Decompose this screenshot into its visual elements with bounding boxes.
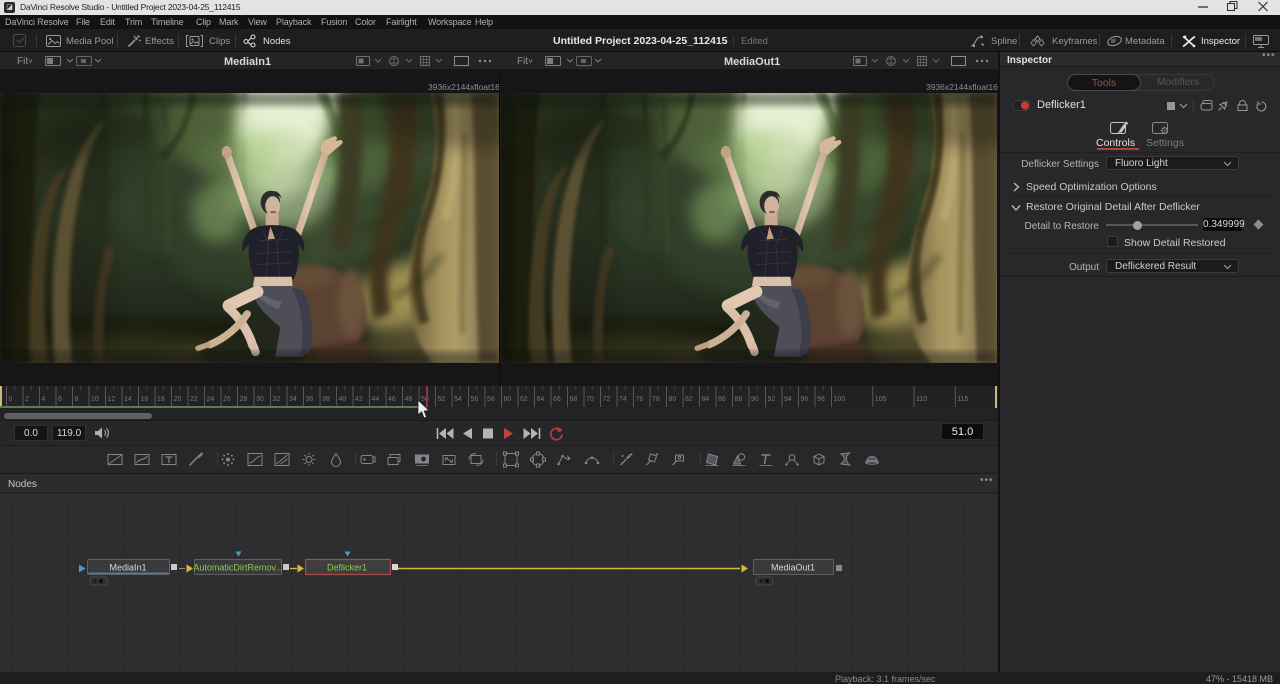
svg-text:34: 34 <box>289 396 297 403</box>
svg-text:48: 48 <box>405 396 413 403</box>
svg-text:46: 46 <box>388 396 396 403</box>
svg-text:36: 36 <box>306 396 314 403</box>
svg-text:72: 72 <box>603 396 611 403</box>
svg-text:28: 28 <box>240 396 248 403</box>
svg-text:42: 42 <box>355 396 363 403</box>
svg-text:MediaIn1: MediaIn1 <box>109 563 146 573</box>
svg-text:38: 38 <box>322 396 330 403</box>
svg-text:26: 26 <box>223 396 231 403</box>
svg-text:92: 92 <box>768 396 776 403</box>
svg-text:115: 115 <box>957 396 968 403</box>
svg-text:10: 10 <box>91 396 99 403</box>
svg-text:88: 88 <box>735 396 743 403</box>
svg-text:0: 0 <box>9 396 13 403</box>
svg-text:14: 14 <box>124 396 132 403</box>
svg-text:24: 24 <box>207 396 215 403</box>
svg-text:68: 68 <box>570 396 578 403</box>
svg-text:32: 32 <box>273 396 281 403</box>
svg-text:16: 16 <box>141 396 149 403</box>
svg-text:82: 82 <box>685 396 693 403</box>
svg-text:76: 76 <box>636 396 644 403</box>
svg-text:30: 30 <box>256 396 264 403</box>
svg-text:44: 44 <box>372 396 380 403</box>
svg-text:22: 22 <box>190 396 198 403</box>
svg-text:100: 100 <box>834 396 846 403</box>
svg-text:54: 54 <box>454 396 462 403</box>
svg-text:70: 70 <box>586 396 594 403</box>
svg-text:20: 20 <box>174 396 182 403</box>
svg-text:86: 86 <box>718 396 726 403</box>
svg-text:90: 90 <box>751 396 759 403</box>
svg-text:105: 105 <box>875 396 887 403</box>
svg-text:66: 66 <box>553 396 561 403</box>
svg-text:2: 2 <box>25 396 29 403</box>
svg-text:60: 60 <box>504 396 512 403</box>
svg-text:18: 18 <box>157 396 165 403</box>
svg-text:110: 110 <box>916 396 927 403</box>
svg-text:58: 58 <box>487 396 495 403</box>
svg-text:94: 94 <box>784 396 792 403</box>
svg-text:8: 8 <box>75 396 79 403</box>
svg-text:80: 80 <box>669 396 677 403</box>
svg-text:78: 78 <box>652 396 660 403</box>
svg-text:56: 56 <box>471 396 479 403</box>
svg-text:98: 98 <box>817 396 825 403</box>
svg-text:MediaOut1: MediaOut1 <box>771 563 815 573</box>
svg-text:64: 64 <box>537 396 545 403</box>
svg-text:12: 12 <box>108 396 116 403</box>
svg-text:Deflicker1: Deflicker1 <box>327 563 367 573</box>
svg-text:6: 6 <box>58 396 62 403</box>
svg-text:52: 52 <box>438 396 446 403</box>
svg-text:62: 62 <box>520 396 528 403</box>
svg-text:74: 74 <box>619 396 627 403</box>
svg-text:4: 4 <box>42 396 46 403</box>
svg-text:AutomaticDirtRemov...: AutomaticDirtRemov... <box>193 563 282 573</box>
svg-text:40: 40 <box>339 396 347 403</box>
svg-text:96: 96 <box>801 396 809 403</box>
svg-text:84: 84 <box>702 396 710 403</box>
